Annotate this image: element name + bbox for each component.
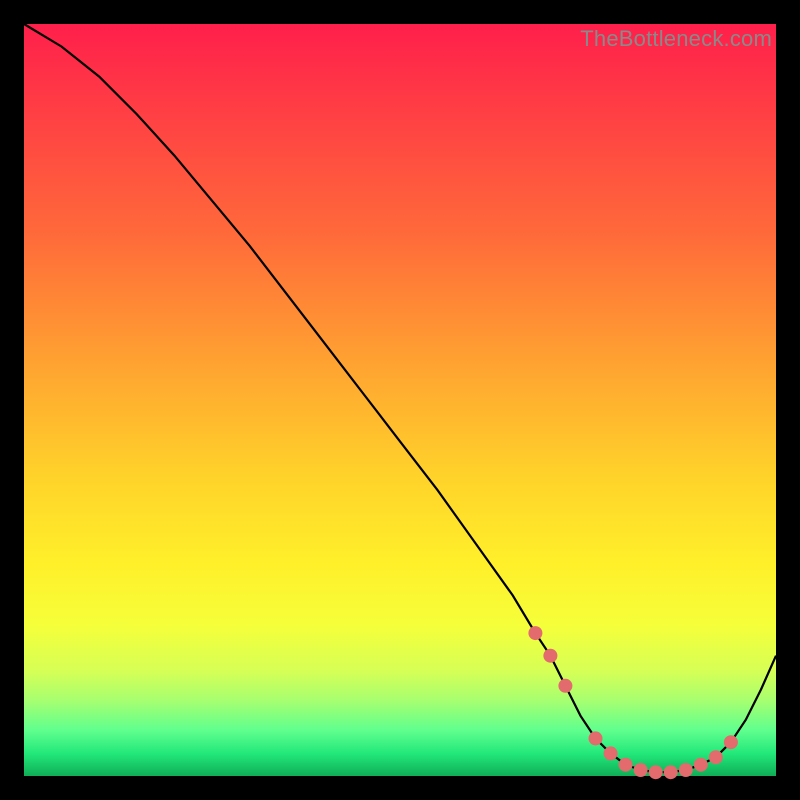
highlight-marker bbox=[679, 763, 693, 777]
highlight-marker bbox=[634, 763, 648, 777]
highlight-marker bbox=[543, 649, 557, 663]
highlight-marker bbox=[664, 765, 678, 779]
highlight-marker bbox=[589, 731, 603, 745]
highlight-markers bbox=[528, 626, 738, 779]
highlight-marker bbox=[528, 626, 542, 640]
chart-svg bbox=[24, 24, 776, 776]
chart-plot-area: TheBottleneck.com bbox=[24, 24, 776, 776]
bottleneck-curve bbox=[24, 24, 776, 772]
highlight-marker bbox=[619, 758, 633, 772]
highlight-marker bbox=[709, 750, 723, 764]
highlight-marker bbox=[649, 765, 663, 779]
chart-frame: TheBottleneck.com bbox=[0, 0, 800, 800]
highlight-marker bbox=[558, 679, 572, 693]
highlight-marker bbox=[604, 746, 618, 760]
highlight-marker bbox=[694, 758, 708, 772]
highlight-marker bbox=[724, 735, 738, 749]
